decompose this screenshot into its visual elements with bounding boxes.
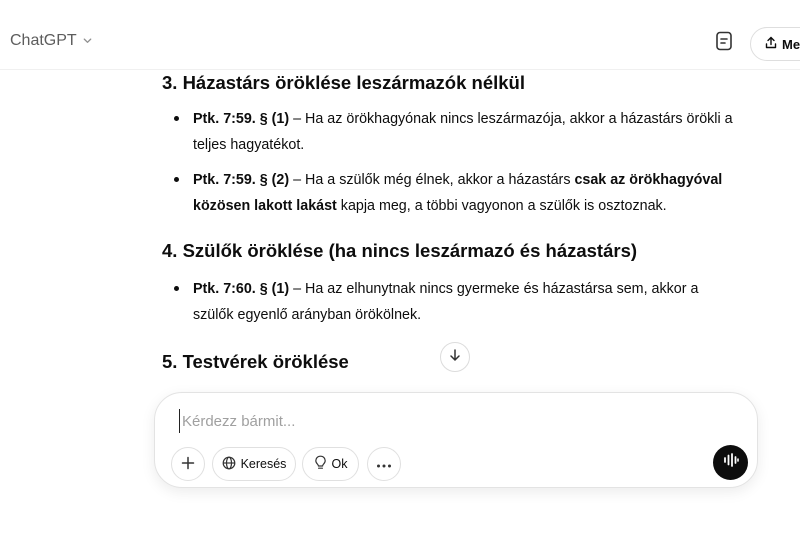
search-button[interactable]: Keresés (212, 447, 296, 481)
list-item: Ptk. 7:59. § (2) – Ha a szülők még élnek… (162, 167, 742, 219)
item-text: – Ha a szülők még élnek, akkor a házastá… (289, 172, 575, 188)
section-heading: 5. Testvérek öröklése (162, 351, 349, 372)
law-reference: Ptk. 7:60. § (1) (193, 281, 290, 297)
reason-label: Ok (331, 457, 348, 471)
section-heading: 3. Házastárs öröklése leszármazók nélkül (162, 72, 525, 93)
share-label: Me (782, 36, 800, 52)
chevron-down-icon (82, 35, 93, 49)
attach-button[interactable] (171, 447, 205, 481)
share-button[interactable]: Me (750, 27, 800, 61)
law-reference: Ptk. 7:59. § (2) (193, 172, 290, 188)
more-tools-button[interactable] (367, 447, 401, 481)
section-heading: 4. Szülők öröklése (ha nincs leszármazó … (162, 240, 638, 261)
item-text: kapja meg, a többi vagyonon a szülők is … (336, 198, 667, 214)
law-reference: Ptk. 7:59. § (1) (193, 111, 290, 127)
lightbulb-icon (314, 455, 327, 473)
prompt-input[interactable] (179, 409, 719, 433)
ellipsis-icon (376, 457, 392, 471)
canvas-icon (715, 31, 733, 56)
voice-waveform-icon (723, 453, 739, 472)
top-bar: ChatGPT Me (0, 0, 800, 70)
search-label: Keresés (240, 457, 287, 471)
list-item: Ptk. 7:59. § (1) – Ha az örökhagyónak ni… (162, 106, 742, 158)
arrow-down-icon (448, 348, 462, 367)
list-item: Ptk. 7:60. § (1) – Ha az elhunytnak ninc… (162, 276, 742, 328)
share-icon (765, 36, 777, 52)
model-name: ChatGPT (10, 32, 77, 49)
model-picker[interactable]: ChatGPT (10, 32, 93, 50)
plus-icon (181, 456, 195, 473)
globe-icon (222, 456, 236, 473)
scroll-down-button[interactable] (440, 342, 470, 372)
section-list: Ptk. 7:60. § (1) – Ha az elhunytnak ninc… (162, 276, 742, 328)
composer: Keresés Ok (154, 392, 758, 488)
voice-mode-button[interactable] (713, 445, 748, 480)
reason-button[interactable]: Ok (302, 447, 359, 481)
section-list: Ptk. 7:59. § (1) – Ha az örökhagyónak ni… (162, 106, 742, 219)
canvas-button[interactable] (712, 31, 736, 55)
